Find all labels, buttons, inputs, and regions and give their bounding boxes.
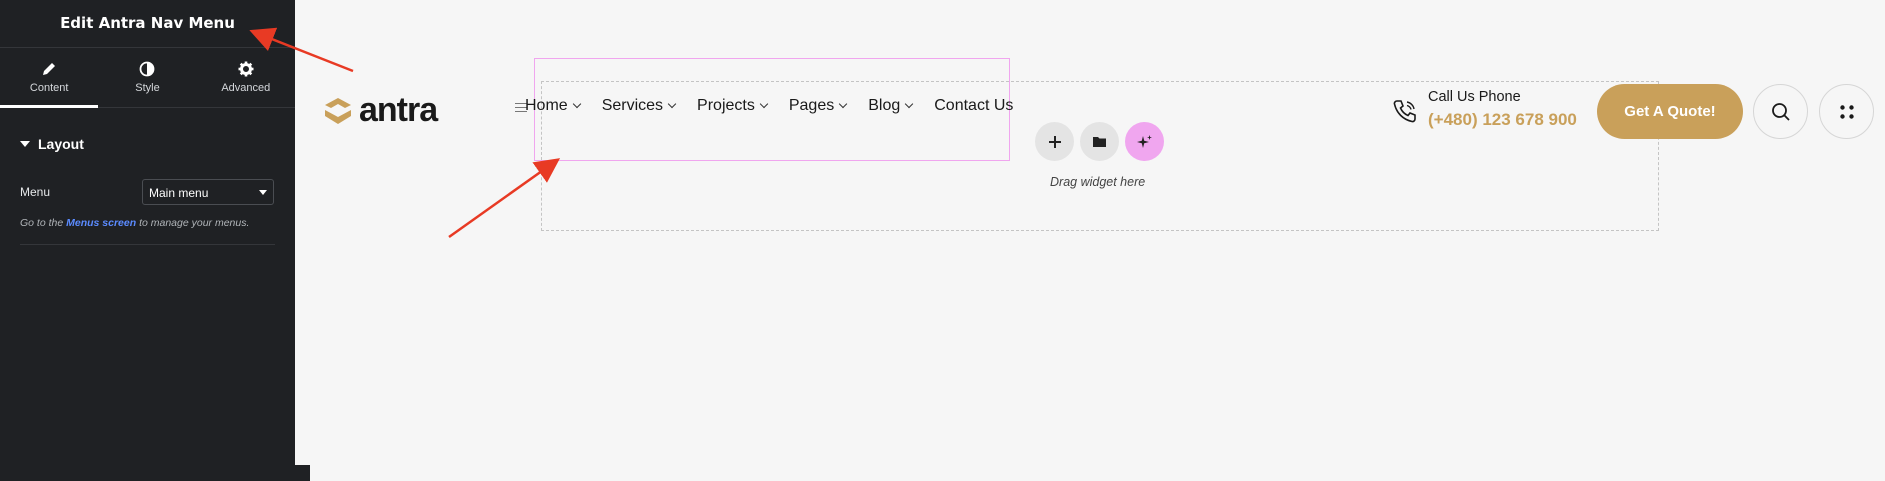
- phone-icon: [1393, 100, 1416, 123]
- nav-item-projects[interactable]: Projects: [697, 97, 769, 115]
- tab-style[interactable]: Style: [98, 48, 196, 107]
- tab-content-label: Content: [29, 82, 69, 94]
- select-caret-icon: [259, 190, 267, 195]
- add-section-button[interactable]: [1035, 122, 1074, 161]
- chevron-down-icon: [667, 99, 677, 109]
- folder-icon: [1093, 137, 1106, 147]
- nav-item-services[interactable]: Services: [601, 97, 677, 115]
- get-a-quote-button[interactable]: Get A Quote!: [1597, 84, 1743, 139]
- menu-select[interactable]: Main menu: [142, 179, 274, 205]
- nav-label: Blog: [868, 97, 901, 114]
- nav-label: Home: [525, 97, 568, 114]
- chevron-down-icon: [838, 99, 848, 109]
- nav-label: Services: [601, 97, 664, 114]
- annotation-arrow-to-nav: [448, 158, 561, 239]
- tab-content[interactable]: Content: [0, 48, 99, 108]
- antra-logo-icon: [325, 97, 351, 124]
- nav-label: Projects: [697, 97, 755, 114]
- menu-label: Menu: [20, 185, 51, 199]
- tab-advanced[interactable]: Advanced: [197, 48, 295, 107]
- chevron-down-icon: [905, 99, 914, 109]
- grid-dots-icon: [1839, 104, 1854, 119]
- chevron-down-icon: [572, 99, 581, 109]
- chevron-down-icon: [759, 99, 769, 109]
- search-icon: [1771, 102, 1790, 121]
- plus-icon: [1048, 135, 1061, 148]
- nav-item-pages[interactable]: Pages: [788, 97, 848, 115]
- sparkle-icon: [1136, 134, 1152, 148]
- layout-section-toggle[interactable]: Layout: [20, 136, 84, 152]
- menus-screen-link[interactable]: Menus screen: [66, 217, 136, 229]
- add-template-button[interactable]: [1080, 122, 1119, 161]
- site-logo[interactable]: antra: [323, 91, 438, 130]
- nav-label: Pages: [788, 97, 835, 114]
- half-circle-icon: [140, 61, 155, 77]
- tab-style-label: Style: [135, 82, 160, 94]
- logo-text: antra: [359, 91, 438, 129]
- menu-select-value: Main menu: [149, 186, 209, 200]
- panel-divider: [20, 244, 275, 245]
- search-button[interactable]: [1753, 84, 1808, 139]
- menus-hint: Go to the Menus screen to manage your me…: [20, 217, 249, 229]
- panel-resize-handle[interactable]: [295, 465, 310, 481]
- drag-widget-text: Drag widget here: [1050, 175, 1146, 189]
- call-us-label: Call Us Phone: [1428, 89, 1521, 105]
- pencil-icon: [43, 63, 56, 75]
- main-nav: Home Services Projects Pages Blog Contac…: [525, 97, 1013, 115]
- nav-item-contact-us[interactable]: Contact Us: [934, 97, 1013, 115]
- panel-title: Edit Antra Nav Menu: [60, 14, 235, 32]
- menu-dots-button[interactable]: [1819, 84, 1874, 139]
- gear-icon: [238, 61, 254, 77]
- nav-item-blog[interactable]: Blog: [868, 97, 914, 115]
- tab-advanced-label: Advanced: [221, 82, 271, 94]
- nav-item-home[interactable]: Home: [525, 97, 581, 115]
- layout-section-title: Layout: [38, 136, 84, 152]
- nav-label: Contact Us: [934, 97, 1014, 114]
- hint-suffix: to manage your menus.: [136, 217, 250, 229]
- hint-prefix: Go to the: [20, 217, 67, 229]
- editor-panel: Edit Antra Nav Menu Content Style Advanc…: [0, 0, 295, 481]
- caret-down-icon: [20, 141, 30, 147]
- call-us-number[interactable]: (+480) 123 678 900: [1428, 110, 1577, 130]
- panel-tabs: Content Style Advanced: [0, 47, 295, 108]
- ai-generate-button[interactable]: [1125, 122, 1164, 161]
